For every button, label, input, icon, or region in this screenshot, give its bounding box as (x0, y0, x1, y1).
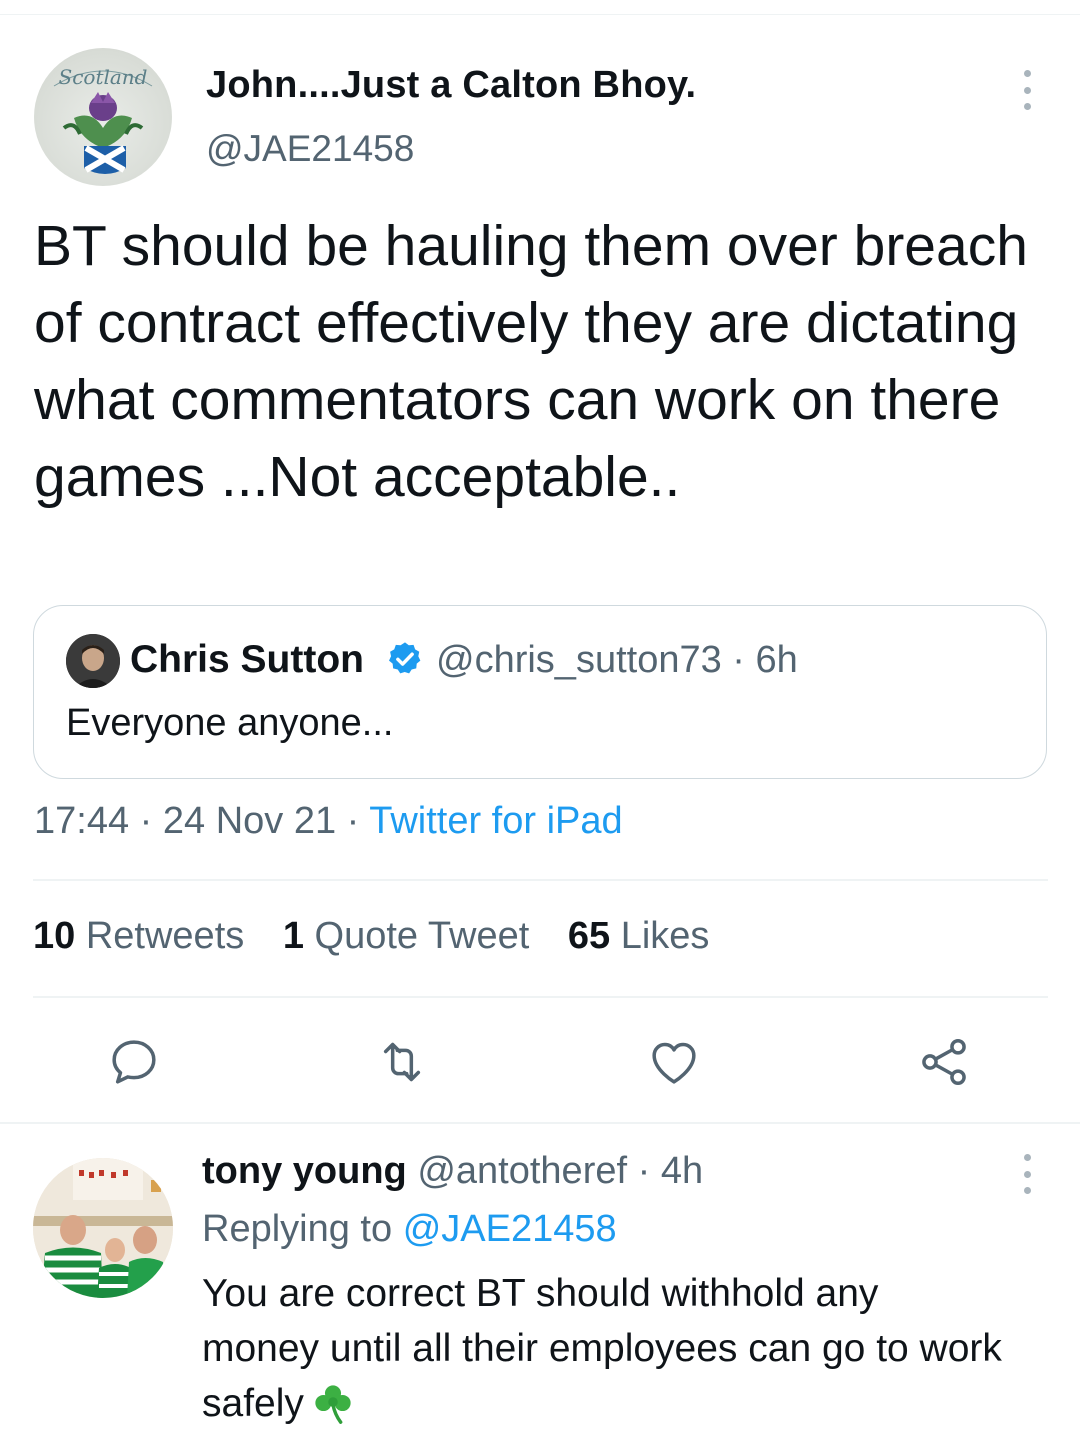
author-name[interactable]: John....Just a Calton Bhoy. (206, 64, 696, 107)
retweets-label: Retweets (85, 915, 245, 957)
quoted-author-handle-time: @chris_sutton73 · 6h (436, 639, 798, 681)
retweet-icon (383, 1042, 421, 1082)
verified-badge-icon (389, 642, 421, 674)
top-divider (0, 14, 1080, 15)
retweet-button[interactable] (374, 1034, 430, 1090)
tweet-time: 17:44 (34, 800, 130, 842)
share-icon (922, 1039, 966, 1085)
meta-separator: · (139, 800, 163, 842)
reply-more-options-button[interactable] (1012, 1154, 1042, 1194)
quoted-tweet[interactable]: Chris Sutton @chris_sutton73 · 6h Everyo… (33, 605, 1047, 779)
reply-icon (112, 1040, 156, 1084)
meta-separator: · (637, 1150, 661, 1192)
quote-tweets-label: Quote Tweet (314, 915, 530, 957)
quoted-tweet-text: Everyone anyone... (66, 702, 394, 744)
more-dot-icon (1023, 1170, 1031, 1178)
more-options-button[interactable] (1012, 70, 1042, 110)
shamrock-icon (315, 1385, 351, 1424)
author-handle[interactable]: @JAE21458 (206, 128, 414, 170)
quote-tweets-stat[interactable]: 1 Quote Tweet (283, 915, 529, 957)
reply-author-name[interactable]: tony young (202, 1150, 407, 1192)
more-dot-icon (1023, 86, 1031, 94)
likes-stat[interactable]: 65 Likes (568, 915, 710, 957)
likes-count: 65 (567, 915, 611, 957)
more-dot-icon (1023, 1154, 1031, 1161)
tweet-date: 24 Nov 21 (162, 800, 337, 842)
reply-text: You are correct BT should withhold any m… (202, 1266, 1002, 1431)
reply-author-handle[interactable]: @antotheref (417, 1150, 627, 1192)
section-divider (0, 1122, 1080, 1124)
replying-to-line: Replying to @JAE21458 (202, 1208, 617, 1251)
more-dot-icon (1023, 103, 1031, 110)
reply-button[interactable] (106, 1034, 162, 1090)
replying-to-mention[interactable]: @JAE21458 (403, 1208, 617, 1250)
reply-header: tony young @antotheref · 4h (202, 1150, 703, 1193)
avatar-scotland-text: Scotland (59, 65, 148, 89)
like-icon (652, 1042, 696, 1084)
tweet-stats: 10 Retweets 1 Quote Tweet 65 Likes (33, 915, 737, 958)
reply-time[interactable]: 4h (661, 1150, 703, 1192)
divider (33, 879, 1048, 881)
author-avatar[interactable]: Scotland (34, 48, 172, 186)
reply-author-avatar[interactable] (33, 1158, 173, 1298)
quote-tweets-count: 1 (282, 915, 304, 957)
more-dot-icon (1023, 1187, 1031, 1194)
share-button[interactable] (916, 1034, 972, 1090)
retweets-stat[interactable]: 10 Retweets (33, 915, 244, 957)
divider (33, 996, 1048, 998)
replying-to-label: Replying to (202, 1208, 393, 1250)
quoted-author-name: Chris Sutton (130, 638, 364, 681)
tweet-source-link[interactable]: Twitter for iPad (369, 800, 622, 842)
meta-separator: · (346, 800, 370, 842)
retweets-count: 10 (33, 915, 76, 957)
likes-label: Likes (620, 915, 710, 957)
more-dot-icon (1023, 70, 1031, 77)
tweet-text: BT should be hauling them over breach of… (34, 214, 1028, 509)
tweet-meta: 17:44 · 24 Nov 21 · Twitter for iPad (34, 800, 623, 843)
like-button[interactable] (646, 1034, 702, 1090)
quoted-author-avatar (66, 634, 120, 688)
